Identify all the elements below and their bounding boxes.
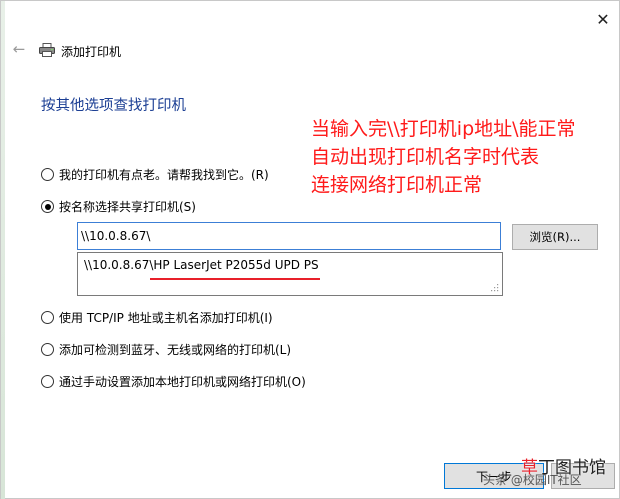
autocomplete-dropdown: \\10.0.8.67\HP LaserJet P2055d UPD PS [77, 252, 503, 296]
close-button[interactable]: ✕ [589, 7, 617, 31]
printer-icon [39, 43, 55, 57]
window-title: 添加打印机 [61, 45, 122, 59]
option-old-printer[interactable]: 我的打印机有点老。请帮我找到它。(R) [41, 166, 269, 183]
annotation-underline [150, 278, 320, 280]
annotation-text: 当输入完\\打印机ip地址\能正常 自动出现打印机名字时代表 连接网络打印机正常 [311, 115, 576, 199]
browse-button[interactable]: 浏览(R)... [512, 224, 598, 250]
radio-manual-setup[interactable] [41, 375, 54, 388]
option-label: 添加可检测到蓝牙、无线或网络的打印机(L) [59, 343, 292, 357]
annotation-line: 连接网络打印机正常 [311, 174, 483, 196]
option-label: 使用 TCP/IP 地址或主机名添加打印机(I) [59, 311, 273, 325]
watermark-red-char: 草 [521, 458, 538, 478]
option-label: 通过手动设置添加本地打印机或网络打印机(O) [59, 375, 306, 389]
shared-printer-path-input[interactable] [77, 222, 501, 250]
page-heading: 按其他选项查找打印机 [41, 98, 186, 114]
radio-shared-by-name[interactable] [41, 200, 54, 213]
annotation-line: 自动出现打印机名字时代表 [311, 146, 540, 168]
option-shared-by-name[interactable]: 按名称选择共享打印机(S) [41, 198, 196, 215]
option-manual-setup[interactable]: 通过手动设置添加本地打印机或网络打印机(O) [41, 373, 306, 390]
resize-grip-icon[interactable] [490, 283, 499, 292]
annotation-line: 当输入完\\打印机ip地址\能正常 [311, 118, 576, 140]
background-window-edge [1, 1, 5, 499]
suggestion-prefix: \\10.0.8.67\ [84, 258, 154, 272]
back-arrow-icon[interactable]: ← [11, 41, 27, 57]
add-printer-dialog: ✕ ← 添加打印机 按其他选项查找打印机 当输入完\\打印机ip地址\能正常 自… [0, 0, 620, 499]
watermark-site: 草丁图书馆 [521, 453, 606, 478]
option-label: 我的打印机有点老。请帮我找到它。(R) [59, 168, 269, 182]
option-tcpip[interactable]: 使用 TCP/IP 地址或主机名添加打印机(I) [41, 309, 273, 326]
option-bluetooth-wireless[interactable]: 添加可检测到蓝牙、无线或网络的打印机(L) [41, 341, 291, 358]
radio-tcpip[interactable] [41, 311, 54, 324]
radio-old-printer[interactable] [41, 168, 54, 181]
radio-bluetooth-wireless[interactable] [41, 343, 54, 356]
watermark-rest: 丁图书馆 [538, 458, 606, 478]
suggestion-item[interactable]: \\10.0.8.67\HP LaserJet P2055d UPD PS [84, 258, 319, 272]
close-icon: ✕ [596, 9, 610, 29]
suggestion-printer-name: HP LaserJet P2055d UPD PS [153, 258, 319, 272]
option-label: 按名称选择共享打印机(S) [59, 200, 196, 214]
